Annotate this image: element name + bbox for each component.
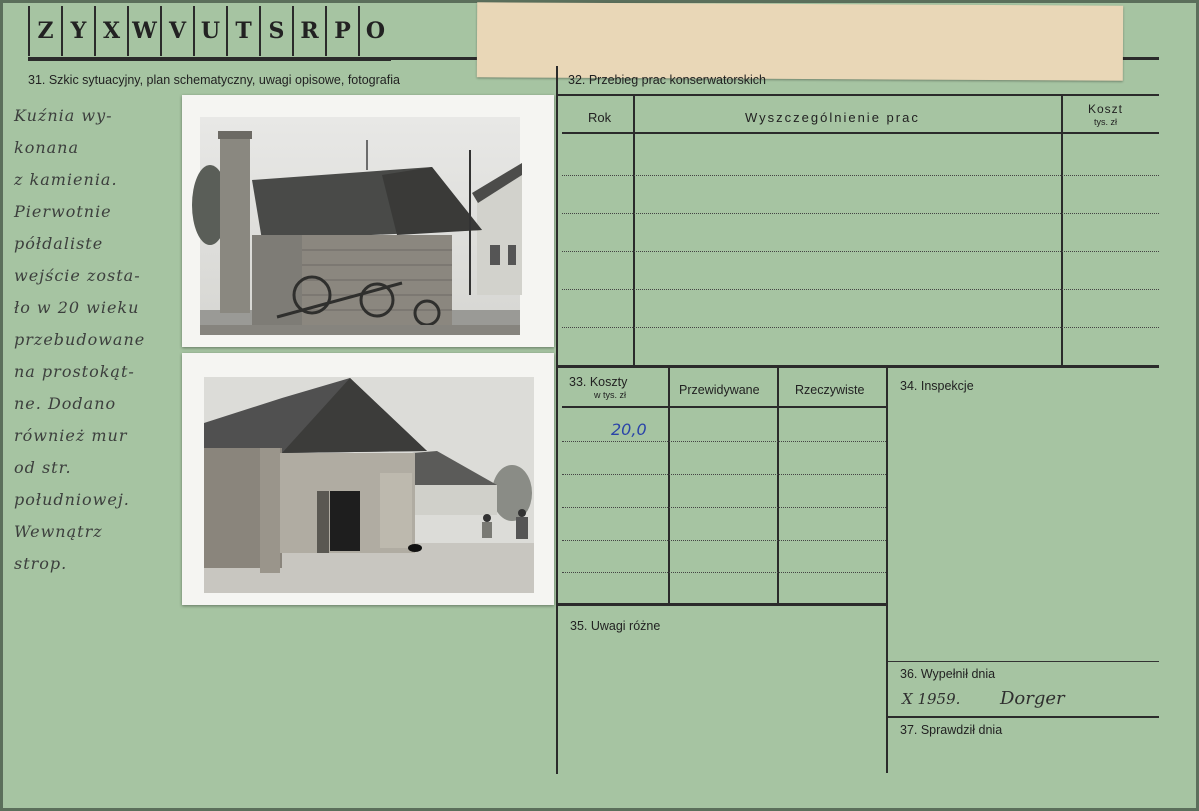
- row-rule: [562, 507, 886, 508]
- note-line: na prostokąt-: [14, 362, 135, 381]
- letter-cell: W: [127, 6, 160, 56]
- photo-forge-side: [182, 95, 554, 347]
- handwritten-notes: Kuźnia wy- konana z kamienia. Pierwotnie…: [14, 100, 184, 580]
- table-32-header-rule: [562, 132, 1159, 134]
- col-koszt-unit: tys. zł: [1094, 117, 1118, 127]
- table-32-bottom: [556, 365, 1159, 368]
- letter-cell: Y: [61, 6, 94, 56]
- letter-cell: U: [193, 6, 226, 56]
- table-33-col-divider-2: [777, 368, 779, 604]
- note-line: konana: [14, 138, 80, 157]
- section-36-label: 36. Wypełnił dnia: [900, 667, 996, 681]
- row-rule: [562, 251, 1159, 252]
- row-rule: [562, 540, 886, 541]
- main-divider: [556, 66, 558, 774]
- row-rule: [562, 213, 1159, 214]
- letter-cell: Z: [28, 6, 61, 56]
- cost-value: 20,0: [611, 420, 647, 439]
- section-33-label: 33. Koszty: [569, 375, 628, 389]
- col-rzeczywiste-header: Rzeczywiste: [795, 383, 865, 397]
- pasted-paper-strip: [476, 2, 1124, 81]
- row-rule: [562, 441, 886, 442]
- note-line: Kuźnia wy-: [14, 106, 113, 125]
- table-32-col-divider-1: [633, 96, 635, 366]
- note-line: z kamienia.: [14, 170, 118, 189]
- photo-forge-front: [182, 353, 554, 605]
- section-37-top-rule: [888, 716, 1159, 718]
- note-line: ne. Dodano: [14, 394, 117, 413]
- letter-index: Z Y X W V U T S R P O: [28, 6, 391, 61]
- note-line: od str.: [14, 458, 72, 477]
- section-34-label: 34. Inspekcje: [900, 379, 974, 393]
- note-line: również mur: [14, 426, 128, 445]
- note-line: południowej.: [14, 490, 130, 509]
- col-prac-header: Wyszczególnienie prac: [745, 110, 920, 125]
- note-line: strop.: [14, 554, 68, 573]
- section-32-label: 32. Przebieg prac konserwatorskich: [568, 73, 767, 87]
- signature: Dorger: [1000, 688, 1065, 709]
- section-34-divider: [886, 368, 888, 773]
- table-33-col-divider-1: [668, 368, 670, 604]
- section-37-label: 37. Sprawdził dnia: [900, 723, 1003, 737]
- note-line: Wewnątrz: [14, 522, 103, 541]
- fill-date: X 1959.: [902, 690, 961, 708]
- note-line: przebudowane: [14, 330, 146, 349]
- row-rule: [562, 572, 886, 573]
- table-33-bottom: [556, 603, 888, 606]
- letter-cell: S: [259, 6, 292, 56]
- note-line: Pierwotnie: [14, 202, 112, 221]
- table-33-header-rule: [562, 406, 886, 408]
- section-35-label: 35. Uwagi różne: [570, 619, 661, 633]
- letter-cell: R: [292, 6, 325, 56]
- letter-cell: O: [358, 6, 391, 56]
- section-31-label: 31. Szkic sytuacyjny, plan schematyczny,…: [28, 73, 400, 87]
- row-rule: [562, 474, 886, 475]
- row-rule: [562, 289, 1159, 290]
- col-koszt-header: Koszt: [1088, 102, 1124, 116]
- section-36-top-rule: [888, 661, 1159, 662]
- photo-forge-side-image: [192, 117, 522, 335]
- row-rule: [562, 175, 1159, 176]
- note-line: wejście zosta-: [14, 266, 141, 285]
- table-32-col-divider-2: [1061, 96, 1063, 366]
- letter-cell: X: [94, 6, 127, 56]
- row-rule: [562, 327, 1159, 328]
- photo-forge-front-image: [204, 377, 534, 593]
- note-line: półdaliste: [14, 234, 104, 253]
- table-32-top: [556, 94, 1159, 96]
- col-przewidywane-header: Przewidywane: [679, 383, 760, 397]
- letter-cell: T: [226, 6, 259, 56]
- col-rok-header: Rok: [588, 110, 612, 125]
- letter-cell: V: [160, 6, 193, 56]
- section-33-unit: w tys. zł: [594, 390, 627, 400]
- letter-cell: P: [325, 6, 358, 56]
- note-line: ło w 20 wieku: [14, 298, 140, 317]
